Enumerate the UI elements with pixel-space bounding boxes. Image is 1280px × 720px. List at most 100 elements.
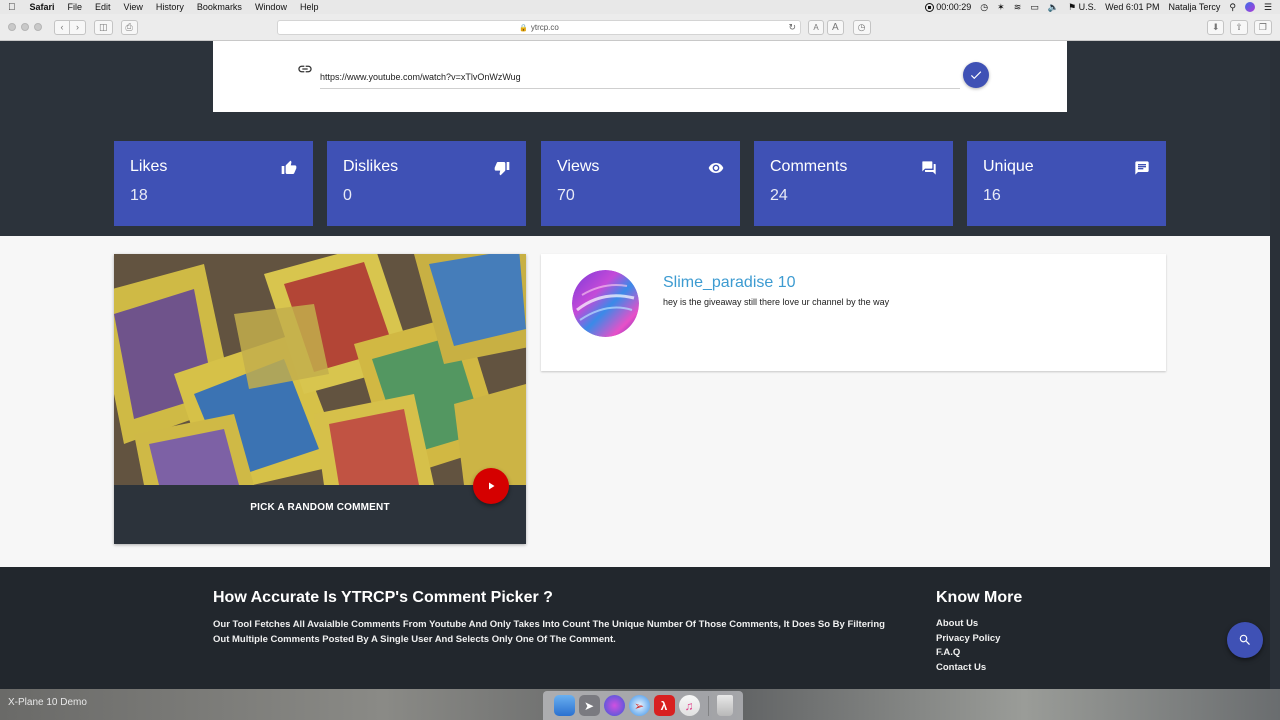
know-more-title: Know More: [936, 589, 1023, 606]
print-button[interactable]: ⎙: [120, 19, 138, 35]
trash-icon[interactable]: [716, 695, 733, 716]
menu-app-name[interactable]: Safari: [30, 2, 55, 12]
acrobat-icon[interactable]: λ: [653, 695, 675, 716]
menu-help[interactable]: Help: [300, 2, 319, 12]
video-thumbnail[interactable]: [114, 254, 526, 485]
address-bar[interactable]: 🔒 ytrcp.co ↻: [277, 20, 801, 35]
volume-icon[interactable]: 🔈: [1048, 2, 1059, 13]
footer-link-contact[interactable]: Contact Us: [936, 661, 1000, 676]
wifi-icon[interactable]: ≋: [1014, 2, 1022, 13]
check-icon: [970, 71, 982, 80]
menu-edit[interactable]: Edit: [95, 2, 111, 12]
input-source[interactable]: ⚑ U.S.: [1068, 2, 1096, 13]
forum-icon: [922, 161, 936, 175]
time-machine-icon[interactable]: ◷: [980, 2, 988, 13]
recording-time: 00:00:29: [936, 1, 972, 12]
bluetooth-icon[interactable]: ✶: [997, 2, 1005, 13]
safari-icon[interactable]: ➢: [628, 695, 650, 716]
recording-indicator[interactable]: 00:00:29: [925, 1, 972, 13]
desktop-background: X-Plane 10 Demo ➤ ➢ λ ♫: [0, 689, 1280, 720]
menu-history[interactable]: History: [156, 2, 184, 12]
footer-link-about[interactable]: About Us: [936, 617, 1000, 632]
sidebar-button[interactable]: ◫: [94, 19, 113, 35]
stat-label: Unique: [983, 158, 1034, 175]
link-icon: [298, 65, 312, 73]
stat-label: Dislikes: [343, 158, 399, 175]
downloads-button[interactable]: ⬇: [1206, 20, 1225, 35]
footer-links: About Us Privacy Policy F.A.Q Contact Us: [936, 617, 1000, 676]
comment-card: Slime_paradise 10 hey is the giveaway st…: [541, 254, 1166, 371]
desktop-item-label[interactable]: X-Plane 10 Demo: [8, 697, 87, 708]
stat-value: 16: [983, 187, 1001, 204]
zoom-window-button[interactable]: [34, 23, 42, 31]
menu-file[interactable]: File: [68, 2, 83, 12]
reload-icon[interactable]: ↻: [788, 22, 796, 33]
thumb-down-icon: [494, 162, 510, 176]
menu-bookmarks[interactable]: Bookmarks: [197, 2, 242, 12]
trading-cards-image: [114, 254, 526, 485]
stat-value: 70: [557, 187, 575, 204]
comment-icon: [1135, 161, 1149, 175]
avatar[interactable]: [572, 270, 639, 337]
minimize-window-button[interactable]: [21, 23, 29, 31]
footer-description: Our Tool Fetches All Avaialble Comments …: [213, 619, 885, 645]
finder-icon[interactable]: [553, 695, 575, 716]
stat-card-comments: Comments 24: [754, 141, 953, 226]
stat-label: Likes: [130, 158, 168, 175]
search-icon: [1239, 634, 1250, 645]
submit-url-button[interactable]: [963, 62, 989, 88]
stat-value: 24: [770, 187, 788, 204]
share-button[interactable]: ⇧: [1230, 20, 1248, 35]
history-button[interactable]: ◷: [852, 20, 871, 35]
text-larger-button[interactable]: A: [827, 20, 844, 35]
dock: ➤ ➢ λ ♫: [543, 691, 743, 720]
siri-app-icon[interactable]: [603, 695, 625, 716]
tabs-button[interactable]: ❐: [1253, 20, 1272, 35]
search-fab-button[interactable]: [1227, 622, 1263, 658]
play-video-button[interactable]: [473, 468, 509, 504]
record-icon: [925, 3, 935, 13]
footer: How Accurate Is YTRCP's Comment Picker ?…: [0, 567, 1270, 689]
stats-section: Likes 18 Dislikes 0 Views 70 Comments 24…: [0, 41, 1270, 236]
address-text: ytrcp.co: [530, 23, 559, 32]
text-smaller-button[interactable]: A: [808, 20, 824, 35]
tabs-icon: ❐: [1258, 22, 1267, 32]
clock[interactable]: Wed 6:01 PM: [1105, 2, 1159, 12]
siri-icon[interactable]: [1244, 2, 1255, 12]
footer-link-faq[interactable]: F.A.Q: [936, 646, 1000, 661]
notification-center-icon[interactable]: ☰: [1264, 2, 1272, 13]
web-page: Likes 18 Dislikes 0 Views 70 Comments 24…: [0, 41, 1270, 689]
back-button[interactable]: ‹: [54, 19, 70, 35]
eye-icon: [708, 163, 724, 173]
launchpad-icon[interactable]: ➤: [578, 695, 600, 716]
text-size-controls: A A ◷: [808, 20, 871, 35]
chevron-left-icon: ‹: [60, 22, 64, 32]
chevron-right-icon: ›: [76, 22, 79, 32]
stat-card-dislikes: Dislikes 0: [327, 141, 526, 226]
dock-separator: [707, 695, 709, 716]
lock-icon: 🔒: [519, 24, 528, 32]
menu-window[interactable]: Window: [255, 2, 287, 12]
pick-random-comment-button[interactable]: PICK A RANDOM COMMENT: [114, 502, 526, 513]
stat-label: Comments: [770, 158, 848, 175]
flag-icon: ⚑: [1067, 1, 1077, 12]
page-scrollbar[interactable]: [1270, 41, 1280, 689]
forward-button[interactable]: ›: [70, 19, 86, 35]
clock-icon: ◷: [857, 22, 866, 32]
video-url-input[interactable]: [320, 65, 960, 89]
menu-view[interactable]: View: [124, 2, 143, 12]
comment-author[interactable]: Slime_paradise 10: [663, 274, 796, 292]
apple-menu-icon[interactable]: : [8, 2, 16, 13]
close-window-button[interactable]: [8, 23, 16, 31]
airplay-icon[interactable]: ▭: [1030, 2, 1039, 13]
menu-bar:  Safari File Edit View History Bookmark…: [0, 0, 1280, 14]
sidebar-icon: ◫: [99, 21, 108, 32]
footer-link-privacy[interactable]: Privacy Policy: [936, 632, 1000, 647]
spotlight-icon[interactable]: ⚲: [1229, 2, 1236, 13]
stat-value: 0: [343, 187, 352, 204]
avatar-image: [572, 270, 639, 337]
window-controls: [8, 23, 42, 31]
share-icon: ⇧: [1235, 22, 1243, 32]
user-name[interactable]: Natalja Tercy: [1168, 2, 1220, 12]
itunes-icon[interactable]: ♫: [678, 695, 700, 716]
